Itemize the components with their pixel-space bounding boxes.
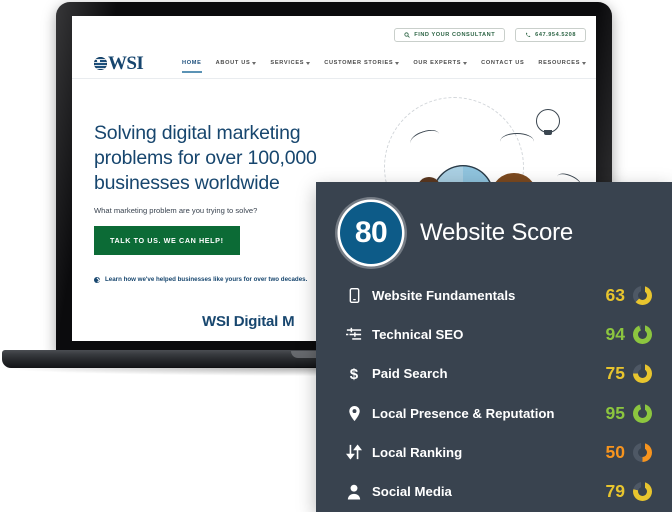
ring-gap bbox=[640, 285, 645, 293]
score-row[interactable]: Local Presence & Reputation 95 bbox=[340, 394, 652, 433]
score-row-label: Local Presence & Reputation bbox=[372, 405, 555, 421]
score-row[interactable]: Website Fundamentals 63 bbox=[340, 276, 652, 315]
score-progress-ring bbox=[633, 441, 652, 462]
score-row[interactable]: Local Ranking 50 bbox=[340, 433, 652, 472]
chevron-down-icon bbox=[582, 61, 587, 65]
sliders-icon bbox=[340, 327, 368, 342]
ring-gap bbox=[640, 363, 645, 371]
score-row-label: Social Media bbox=[372, 484, 452, 500]
nav-item-label: RESOURCES bbox=[538, 60, 581, 66]
score-row[interactable]: Social Media 79 bbox=[340, 472, 652, 511]
score-rows: Website Fundamentals 63 Technical SEO 94 $ Pa… bbox=[340, 276, 652, 511]
panel-header: 80 Website Score bbox=[340, 202, 573, 264]
phone-label: 647.954.5208 bbox=[535, 32, 576, 38]
nav-item-label: HOME bbox=[182, 60, 202, 66]
nav-item-label: SERVICES bbox=[270, 60, 305, 66]
score-row-value: 63 bbox=[605, 285, 625, 306]
deco-squiggle bbox=[500, 133, 534, 150]
chevron-down-icon bbox=[306, 61, 311, 65]
nav-item-services[interactable]: SERVICES bbox=[270, 60, 311, 73]
score-row-label: Paid Search bbox=[372, 366, 448, 382]
nav-item-label: CONTACT US bbox=[481, 60, 525, 66]
screenshot-stage: FIND YOUR CONSULTANT 647.954.5208 WSI HO… bbox=[0, 0, 672, 512]
find-consultant-label: FIND YOUR CONSULTANT bbox=[414, 32, 496, 38]
person-icon bbox=[340, 484, 368, 500]
nav-item-resources[interactable]: RESOURCES bbox=[538, 60, 587, 73]
score-row-value: 95 bbox=[605, 402, 625, 423]
find-consultant-button[interactable]: FIND YOUR CONSULTANT bbox=[394, 28, 506, 42]
score-row[interactable]: $ Paid Search 75 bbox=[340, 354, 652, 393]
nav-item-label: CUSTOMER STORIES bbox=[324, 60, 394, 66]
score-row-value: 50 bbox=[605, 441, 625, 462]
score-progress-ring bbox=[633, 363, 652, 384]
nav-item-about-us[interactable]: ABOUT US bbox=[216, 60, 257, 73]
chevron-down-icon bbox=[252, 61, 257, 65]
score-progress-ring bbox=[633, 324, 652, 345]
main-navigation: HOME ABOUT US SERVICES CUSTOMER STORIES OUR … bbox=[182, 60, 587, 73]
score-row-label: Website Fundamentals bbox=[372, 288, 516, 304]
nav-item-our-experts[interactable]: OUR EXPERTS bbox=[413, 60, 468, 73]
score-progress-ring bbox=[633, 481, 652, 502]
hero-headline: Solving digital marketing problems for o… bbox=[94, 122, 317, 194]
nav-item-label: ABOUT US bbox=[215, 60, 251, 66]
check-circle-icon bbox=[94, 276, 100, 283]
score-row-label: Local Ranking bbox=[372, 444, 463, 460]
site-logo[interactable]: WSI bbox=[94, 53, 144, 74]
chevron-down-icon bbox=[395, 61, 400, 65]
logo-text: WSI bbox=[108, 53, 144, 74]
search-icon bbox=[404, 32, 411, 38]
overall-score-value: 80 bbox=[354, 216, 388, 249]
panel-title: Website Score bbox=[420, 219, 574, 246]
score-progress-ring bbox=[633, 402, 652, 423]
ring-gap bbox=[640, 402, 645, 410]
ring-gap bbox=[640, 441, 645, 449]
score-progress-ring bbox=[633, 285, 652, 306]
overall-score-badge: 80 bbox=[340, 202, 402, 264]
talk-to-us-button[interactable]: TALK TO US. WE CAN HELP! bbox=[94, 226, 240, 255]
website-score-panel: 80 Website Score Website Fundamentals 63 T… bbox=[316, 182, 672, 512]
site-utility-bar: FIND YOUR CONSULTANT 647.954.5208 bbox=[394, 28, 586, 42]
nav-item-label: OUR EXPERTS bbox=[413, 60, 462, 66]
score-row-value: 75 bbox=[605, 363, 625, 384]
globe-icon bbox=[94, 57, 107, 70]
phone-icon bbox=[525, 32, 531, 38]
score-row[interactable]: Technical SEO 94 bbox=[340, 315, 652, 354]
ring-gap bbox=[640, 324, 645, 332]
svg-text:$: $ bbox=[350, 367, 359, 383]
nav-item-home[interactable]: HOME bbox=[182, 60, 202, 73]
ring-gap bbox=[640, 481, 645, 489]
score-row-value: 79 bbox=[605, 481, 625, 502]
updown-arrows-icon bbox=[340, 444, 368, 460]
map-pin-icon bbox=[340, 405, 368, 422]
lightbulb-icon bbox=[536, 109, 560, 135]
learn-more-label: Learn how we've helped businesses like y… bbox=[105, 276, 308, 283]
mobile-icon bbox=[340, 288, 368, 304]
chevron-down-icon bbox=[463, 61, 468, 65]
nav-item-contact-us[interactable]: CONTACT US bbox=[481, 60, 524, 73]
score-row-value: 94 bbox=[605, 324, 625, 345]
nav-item-customer-stories[interactable]: CUSTOMER STORIES bbox=[324, 60, 400, 73]
dollar-icon: $ bbox=[340, 365, 368, 383]
learn-more-link[interactable]: Learn how we've helped businesses like y… bbox=[94, 276, 307, 283]
phone-button[interactable]: 647.954.5208 bbox=[515, 28, 586, 42]
hero-subheadline: What marketing problem are you trying to… bbox=[94, 206, 258, 215]
score-row-label: Technical SEO bbox=[372, 327, 464, 343]
